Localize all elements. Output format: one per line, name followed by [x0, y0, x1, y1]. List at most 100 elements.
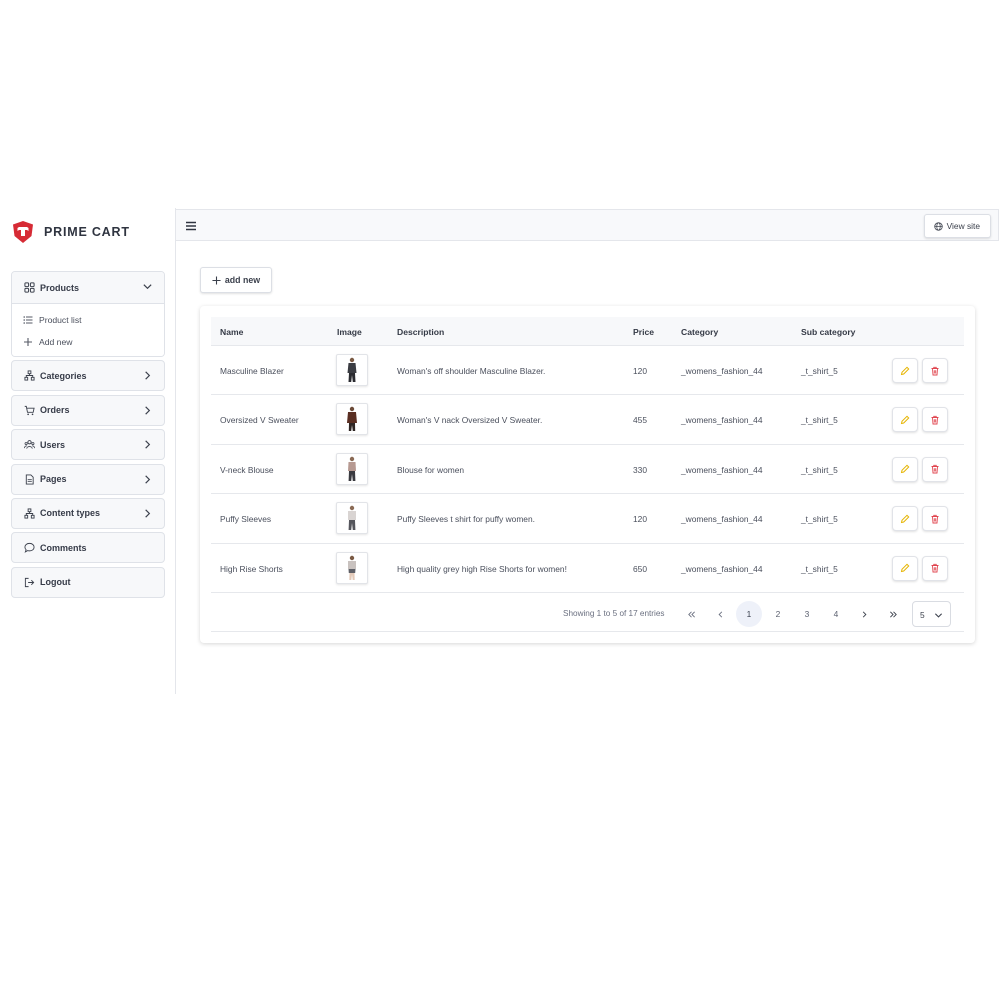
sidebar-item-comments[interactable]: Comments	[11, 532, 165, 564]
brand[interactable]: PRIME CART	[11, 220, 130, 244]
edit-button[interactable]	[892, 555, 918, 581]
edit-button[interactable]	[892, 407, 918, 433]
page-button-1[interactable]: 1	[736, 601, 762, 627]
sidebar-item-products[interactable]: Products	[12, 272, 164, 304]
pagination-summary: Showing 1 to 5 of 17 entries	[563, 609, 665, 618]
cell-description: Woman's V nack Oversized V Sweater.	[397, 415, 543, 426]
add-new-button[interactable]: add new	[200, 267, 272, 293]
sidebar-item-orders[interactable]: Orders	[11, 394, 165, 426]
edit-button[interactable]	[892, 358, 918, 383]
view-site-button[interactable]: View site	[923, 214, 991, 238]
column-header-description[interactable]: Description	[397, 327, 444, 337]
cell-price: 455	[633, 415, 647, 426]
cell-sub-category: _t_shirt_5	[801, 415, 838, 426]
product-thumbnail	[336, 502, 368, 535]
menu-toggle-icon[interactable]	[185, 220, 197, 232]
sidebar-item-label: Pages	[40, 474, 67, 485]
chevron-right-icon	[142, 474, 153, 485]
paginator: Showing 1 to 5 of 17 entries 1 2 3 4 5	[211, 594, 964, 632]
delete-button[interactable]	[922, 555, 948, 581]
topbar: View site	[176, 209, 999, 241]
trash-icon	[931, 415, 939, 425]
double-chevron-left-icon	[687, 610, 695, 618]
sidebar-subitem-add-new[interactable]: Add new	[12, 331, 164, 353]
sidebar-subitem-label: Product list	[39, 315, 82, 325]
table-row: Oversized V Sweater Woman's V nack Overs…	[211, 395, 964, 445]
pencil-icon	[900, 366, 910, 375]
sidebar-item-content-types[interactable]: Content types	[11, 497, 165, 529]
double-chevron-right-icon	[889, 610, 897, 618]
edit-button[interactable]	[892, 506, 918, 532]
table-row: High Rise Shorts High quality grey high …	[211, 544, 964, 593]
page-button-3[interactable]: 3	[794, 601, 820, 627]
pencil-icon	[900, 563, 910, 573]
sidebar-item-label: Content types	[40, 508, 101, 519]
app-root: PRIME CART Products Product list Add new…	[0, 208, 1000, 694]
prev-page-button[interactable]	[707, 601, 733, 627]
page-button-2[interactable]: 2	[765, 601, 791, 627]
comment-icon	[23, 542, 35, 554]
next-page-button[interactable]	[851, 601, 877, 627]
chevron-right-icon	[142, 405, 153, 416]
cell-description: Woman's off shoulder Masculine Blazer.	[397, 366, 546, 376]
plus-icon	[23, 336, 35, 348]
column-header-sub-category[interactable]: Sub category	[801, 327, 855, 337]
chevron-right-icon	[142, 439, 153, 450]
sidebar-item-label: Logout	[40, 577, 71, 588]
sidebar-item-label: Categories	[40, 370, 87, 381]
cell-category: _womens_fashion_44	[681, 563, 763, 574]
sidebar-item-label: Products	[40, 282, 80, 293]
first-page-button[interactable]	[678, 601, 704, 627]
trash-icon	[931, 514, 939, 524]
plus-icon	[212, 275, 221, 285]
page-button-4[interactable]: 4	[823, 601, 849, 627]
table-row: V-neck Blouse Blouse for women 330 _wome…	[211, 445, 964, 495]
rows-per-page-value: 5	[920, 610, 925, 620]
chevron-down-icon	[934, 613, 943, 618]
cell-description: High quality grey high Rise Shorts for w…	[397, 563, 567, 574]
delete-button[interactable]	[922, 407, 948, 433]
sitemap-icon	[23, 370, 35, 382]
chevron-down-icon	[142, 281, 153, 292]
delete-button[interactable]	[922, 506, 948, 532]
cell-sub-category: _t_shirt_5	[801, 514, 838, 525]
chevron-right-icon	[862, 610, 866, 618]
delete-button[interactable]	[922, 456, 948, 482]
delete-button[interactable]	[922, 358, 948, 383]
column-header-name[interactable]: Name	[220, 327, 243, 337]
pencil-icon	[900, 514, 910, 523]
chevron-right-icon	[142, 508, 153, 519]
product-thumbnail	[336, 452, 368, 485]
column-header-category[interactable]: Category	[681, 327, 718, 337]
cell-name: V-neck Blouse	[220, 464, 274, 475]
cell-price: 650	[633, 563, 647, 574]
chevron-right-icon	[142, 370, 153, 381]
trash-icon	[931, 366, 939, 375]
file-icon	[23, 473, 35, 485]
sidebar-item-logout[interactable]: Logout	[11, 566, 165, 598]
sidebar-item-label: Orders	[40, 405, 70, 416]
sidebar-item-label: Comments	[40, 542, 87, 553]
sitemap-icon	[23, 507, 35, 519]
sidebar-subitem-product-list[interactable]: Product list	[12, 309, 164, 331]
table-header: Name Image Description Price Category Su…	[211, 317, 964, 346]
sidebar-subitem-label: Add new	[39, 337, 73, 347]
edit-button[interactable]	[892, 456, 918, 482]
column-header-price[interactable]: Price	[633, 327, 654, 337]
cell-price: 120	[633, 514, 647, 525]
table-row: Masculine Blazer Woman's off shoulder Ma…	[211, 346, 964, 396]
cart-icon	[23, 404, 35, 416]
last-page-button[interactable]	[880, 601, 906, 627]
rows-per-page-select[interactable]: 5	[912, 601, 951, 627]
sidebar-item-categories[interactable]: Categories	[11, 360, 165, 392]
product-thumbnail	[336, 354, 368, 386]
sidebar-item-users[interactable]: Users	[11, 429, 165, 461]
trash-icon	[931, 465, 939, 474]
cell-price: 120	[633, 366, 647, 376]
cell-name: Oversized V Sweater	[220, 415, 299, 426]
cell-description: Puffy Sleeves t shirt for puffy women.	[397, 514, 535, 525]
cell-sub-category: _t_shirt_5	[801, 563, 838, 574]
sidebar-item-pages[interactable]: Pages	[11, 463, 165, 495]
table-row: Puffy Sleeves Puffy Sleeves t shirt for …	[211, 494, 964, 544]
cell-category: _womens_fashion_44	[681, 415, 763, 426]
